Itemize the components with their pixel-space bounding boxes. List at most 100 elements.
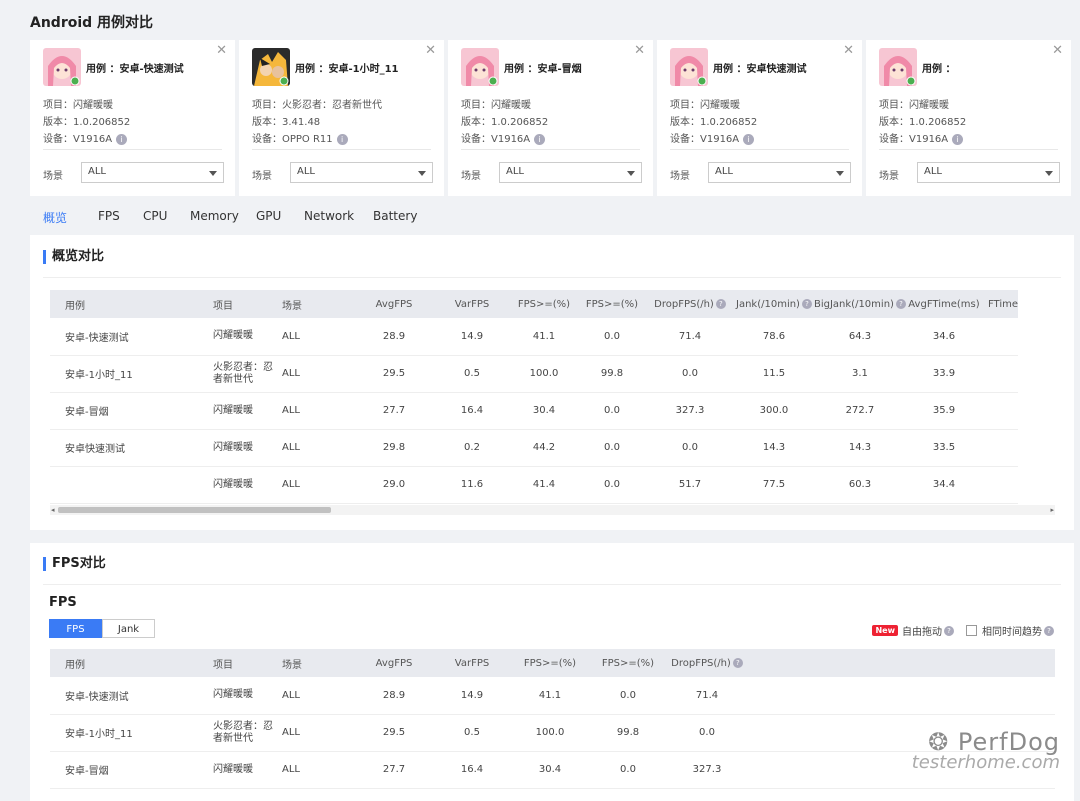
table-cell: ALL xyxy=(282,466,352,504)
tab-overview[interactable]: 概览 xyxy=(43,209,98,226)
caret-down-icon xyxy=(627,171,635,176)
help-icon[interactable]: ? xyxy=(895,298,906,309)
col-header: 项目 xyxy=(213,290,282,318)
table-cell xyxy=(979,429,1019,467)
table-cell: 3.1 xyxy=(811,355,908,393)
close-icon[interactable]: ✕ xyxy=(216,43,227,58)
col-header: BigJank(/10min)? xyxy=(811,290,908,318)
table-cell xyxy=(750,677,1055,715)
table-cell: 41.4 xyxy=(508,466,580,504)
table-cell: 安卓-快速测试 xyxy=(50,677,213,715)
table-cell: 100.0 xyxy=(508,355,580,393)
table-cell: 0.0 xyxy=(592,751,664,789)
table-cell: 41.1 xyxy=(508,318,580,356)
tab-cpu[interactable]: CPU xyxy=(143,209,190,226)
help-icon[interactable]: ? xyxy=(801,298,812,309)
table-row: 安卓-1小时_11 火影忍者：忍者新世代 ALL 29.5 0.5 100.0 99.8 0.… xyxy=(50,714,1055,752)
scene-select[interactable]: ALL xyxy=(81,162,224,183)
table-cell: 35.9 xyxy=(907,392,980,430)
tab-fps[interactable]: FPS xyxy=(98,209,143,226)
tab-network[interactable]: Network xyxy=(304,209,373,226)
device-info: 设备：OPPO R11 i xyxy=(252,130,348,145)
overview-panel: 概览对比 用例 项目 场景 AvgFPS VarFPS FPS>=(%) FPS… xyxy=(30,235,1074,530)
tab-memory[interactable]: Memory xyxy=(190,209,256,226)
scene-select[interactable]: ALL xyxy=(290,162,433,183)
table-cell: ALL xyxy=(282,392,352,430)
col-header: DropFPS(/h)? xyxy=(644,290,736,318)
table-cell: 安卓-快速测试 xyxy=(50,318,213,356)
table-row: 安卓快速测试 闪耀暖暖 ALL 29.8 0.2 44.2 0.0 0.0 14.3 14.3 33… xyxy=(50,429,1019,467)
free-drag-label[interactable]: 自由拖动 xyxy=(902,623,942,638)
tab-gpu[interactable]: GPU xyxy=(256,209,304,226)
close-icon[interactable]: ✕ xyxy=(634,43,645,58)
info-icon[interactable]: i xyxy=(743,133,755,145)
close-icon[interactable]: ✕ xyxy=(425,43,436,58)
scroll-left-icon[interactable]: ◂ xyxy=(51,506,55,514)
table-cell: 闪耀暖暖 xyxy=(213,429,282,467)
help-icon[interactable]: ? xyxy=(732,657,743,668)
info-icon[interactable]: i xyxy=(116,133,128,145)
table-cell: 安卓-1小时_11 xyxy=(50,714,213,752)
scene-select[interactable]: ALL xyxy=(917,162,1060,183)
table-cell: ALL xyxy=(282,714,352,752)
same-time-trend-checkbox[interactable] xyxy=(966,625,977,636)
divider xyxy=(461,149,640,150)
tab-battery[interactable]: Battery xyxy=(373,209,417,226)
avatar xyxy=(879,48,917,86)
same-time-trend-label[interactable]: 相同时间趋势 xyxy=(982,623,1042,638)
case-label: 用例 ： xyxy=(922,64,956,75)
table-row: 安卓-1小时_11 火影忍者：忍者新世代 ALL 29.5 0.5 100.0 99.8 0.… xyxy=(50,355,1019,393)
table-cell: 14.3 xyxy=(811,429,908,467)
col-header: 用例 xyxy=(50,649,213,677)
table-cell: 16.4 xyxy=(436,392,508,430)
table-cell: 安卓-冒烟 xyxy=(50,392,213,430)
info-icon[interactable]: i xyxy=(534,133,546,145)
close-icon[interactable]: ✕ xyxy=(843,43,854,58)
help-icon[interactable]: ? xyxy=(715,298,726,309)
table-row: 安卓-快速测试 闪耀暖暖 ALL 28.9 14.9 41.1 0.0 71.4 78.6 64.… xyxy=(50,318,1019,356)
project-info: 项目：闪耀暖暖 xyxy=(670,100,740,111)
table-cell: 60.3 xyxy=(811,466,908,504)
table-cell: 0.0 xyxy=(592,677,664,715)
table-cell: 0.0 xyxy=(644,355,736,393)
scroll-right-icon[interactable]: ▸ xyxy=(1050,506,1054,514)
scene-select[interactable]: ALL xyxy=(708,162,851,183)
col-header: VarFPS xyxy=(436,649,508,677)
case-card: ✕ 用例 ：安卓-冒烟 项目：闪耀暖暖 版本：1.0.206852 设备：V19… xyxy=(448,40,653,196)
col-header: 项目 xyxy=(213,649,282,677)
project-info: 项目：闪耀暖暖 xyxy=(879,100,949,111)
info-icon[interactable]: i xyxy=(336,133,348,145)
close-icon[interactable]: ✕ xyxy=(1052,43,1063,58)
table-cell xyxy=(979,392,1019,430)
table-cell: 11.6 xyxy=(436,466,508,504)
table-row: 闪耀暖暖 ALL 29.0 11.6 41.4 0.0 51.7 77.5 60.3 34.4 xyxy=(50,466,1019,504)
table-cell: ALL xyxy=(282,429,352,467)
info-icon[interactable]: i xyxy=(952,133,964,145)
scene-select[interactable]: ALL xyxy=(499,162,642,183)
table-cell: 16.4 xyxy=(436,751,508,789)
help-icon[interactable]: ? xyxy=(1044,625,1054,636)
divider xyxy=(670,149,849,150)
help-icon[interactable]: ? xyxy=(944,625,954,636)
col-header: 场景 xyxy=(282,649,352,677)
col-header: FPS>=(%) xyxy=(592,649,664,677)
table-cell: 14.3 xyxy=(736,429,812,467)
fps-panel-title: FPS对比 xyxy=(43,557,106,571)
table-cell: 327.3 xyxy=(644,392,736,430)
fps-subtitle: FPS xyxy=(49,595,77,610)
col-header-spacer xyxy=(750,649,1055,677)
table-cell: 64.3 xyxy=(811,318,908,356)
table-cell: 33.9 xyxy=(907,355,980,393)
toggle-fps[interactable]: FPS xyxy=(49,619,102,638)
table-cell: 29.5 xyxy=(352,714,436,752)
scene-label: 场景 xyxy=(461,171,481,182)
table-cell: 100.0 xyxy=(508,714,592,752)
table-cell: 34.4 xyxy=(907,466,980,504)
table-cell: 闪耀暖暖 xyxy=(213,392,282,430)
scrollbar-thumb[interactable] xyxy=(58,507,331,513)
table-cell: ALL xyxy=(282,751,352,789)
toggle-jank[interactable]: Jank xyxy=(102,619,155,638)
table-cell: 火影忍者：忍者新世代 xyxy=(213,714,282,752)
device-info: 设备：V1916A i xyxy=(879,130,964,145)
horizontal-scrollbar[interactable]: ◂ ▸ xyxy=(50,505,1055,515)
